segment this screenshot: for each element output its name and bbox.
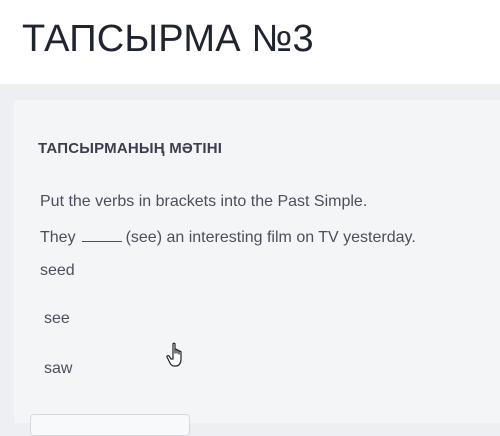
page-title: ТАПСЫРМА №3 <box>22 18 314 60</box>
answer-option-saw[interactable]: saw <box>44 360 72 378</box>
answer-option-seed[interactable]: seed <box>40 262 75 280</box>
task-text-heading: ТАПСЫРМАНЫҢ МӘТІНІ <box>38 140 223 157</box>
header-bar: ТАПСЫРМА №3 <box>0 0 500 84</box>
hand-pointer-icon <box>166 342 182 367</box>
answer-option-see[interactable]: see <box>44 310 70 328</box>
submit-button[interactable] <box>30 414 190 436</box>
task-instruction: Put the verbs in brackets into the Past … <box>40 193 368 210</box>
sentence-start: They <box>40 229 76 246</box>
task-sentence: They (see) an interesting film on TV yest… <box>40 229 416 247</box>
answer-blank <box>81 229 122 242</box>
sentence-end: (see) an interesting film on TV yesterda… <box>125 229 416 246</box>
